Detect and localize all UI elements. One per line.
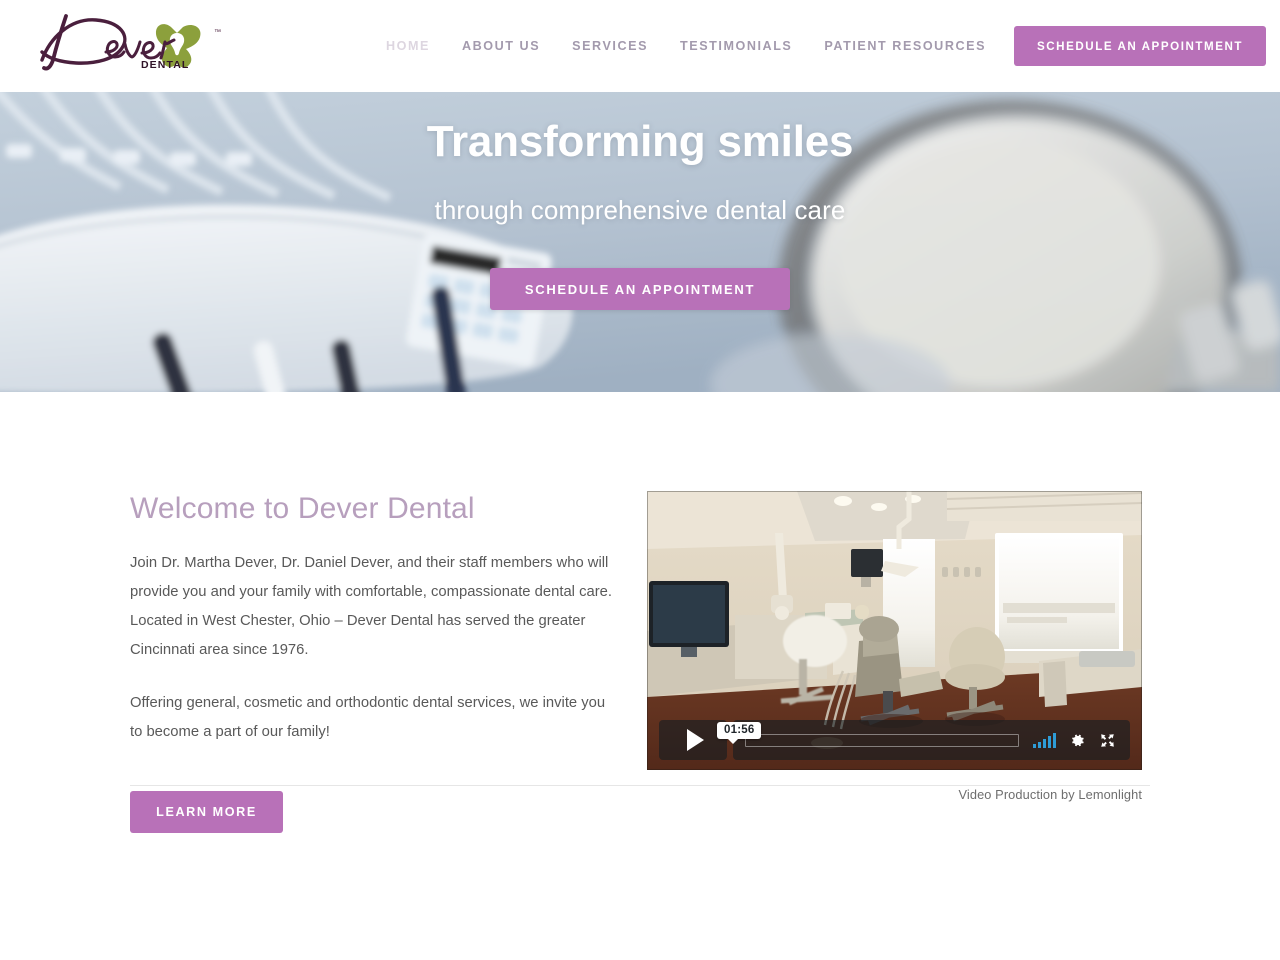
fullscreen-icon[interactable] [1099,732,1116,749]
main-navigation: HOME ABOUT US SERVICES TESTIMONIALS PATI… [370,0,1002,92]
gear-icon[interactable] [1069,732,1086,749]
hero-title: Transforming smiles [426,117,854,166]
play-icon [686,729,704,751]
logo-subtext: DENTAL [141,59,189,71]
header-schedule-appointment-button[interactable]: SCHEDULE AN APPOINTMENT [1014,26,1266,66]
hero-banner: Transforming smiles through comprehensiv… [0,92,1280,392]
welcome-paragraph-1: Join Dr. Martha Dever, Dr. Daniel Dever,… [130,555,612,658]
welcome-text-column: Welcome to Dever Dental Join Dr. Martha … [130,491,620,833]
learn-more-button[interactable]: LEARN MORE [130,791,283,833]
video-player[interactable]: 01:56 [647,491,1142,770]
nav-item-home[interactable]: HOME [370,39,446,53]
welcome-section: Welcome to Dever Dental Join Dr. Martha … [130,491,1150,833]
volume-icon[interactable] [1033,732,1056,748]
video-credit: Video Production by Lemonlight [958,787,1142,802]
logo-trademark: ™ [214,29,221,36]
welcome-heading: Welcome to Dever Dental [130,492,475,525]
progress-scrubber[interactable] [745,733,1019,747]
nav-item-testimonials[interactable]: TESTIMONIALS [664,39,808,53]
video-icon-group [1033,732,1116,749]
logo-graphic: DENTAL ™ [40,14,221,71]
video-time-tooltip: 01:56 [717,722,762,744]
main-content: Welcome to Dever Dental Join Dr. Martha … [0,392,1280,960]
nav-item-about-us[interactable]: ABOUT US [446,39,556,53]
nav-item-services[interactable]: SERVICES [556,39,664,53]
site-header: DENTAL ™ HOME ABOUT US SERVICES TESTIMON… [0,0,1280,92]
hero-subtitle: through comprehensive dental care [434,195,846,225]
video-control-bar [733,720,1130,760]
site-logo[interactable]: DENTAL ™ [22,8,222,80]
section-divider [130,785,1150,786]
video-controls: 01:56 [647,713,1142,770]
hero-schedule-appointment-button[interactable]: SCHEDULE AN APPOINTMENT [490,268,790,310]
welcome-video-column: 01:56 Video Production by Lemonlight [647,491,1142,833]
nav-item-patient-resources[interactable]: PATIENT RESOURCES [808,39,1002,53]
welcome-paragraph-2: Offering general, cosmetic and orthodont… [130,695,606,740]
